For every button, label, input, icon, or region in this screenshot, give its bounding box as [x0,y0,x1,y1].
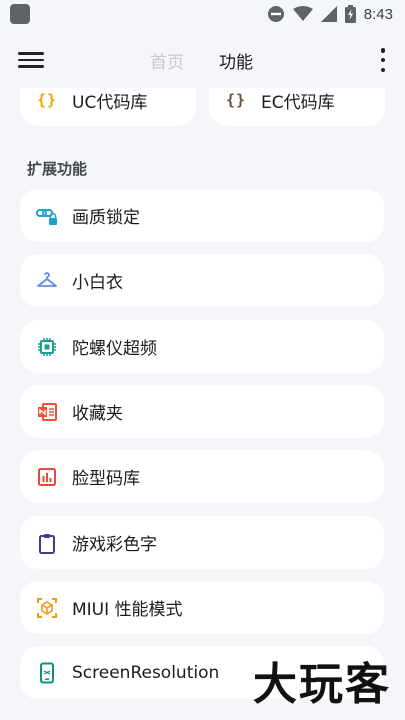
uc-code-library-card[interactable]: {} UC代码库 [20,88,196,126]
app-bar: 首页 功能 [0,38,405,82]
tab-home[interactable]: 首页 [150,48,184,73]
hamburger-line [18,58,44,61]
do-not-disturb-icon [267,6,284,22]
image-quality-lock-item[interactable]: 画质锁定 [20,189,384,242]
battery-charging-icon [344,5,356,23]
more-dot [380,67,386,72]
item-label: 小白衣 [72,273,123,293]
item-label: 陀螺仪超频 [72,339,157,359]
more-dot [380,57,386,63]
watermark: 大玩客 [253,659,391,710]
ec-code-library-card[interactable]: {} EC代码库 [209,88,385,126]
xiaobaiyi-item[interactable]: 小白衣 [20,254,384,307]
section-title: 扩展功能 [27,160,88,178]
app-notification-icon [10,4,30,24]
item-label: ScreenResolution [72,662,220,683]
card-label: UC代码库 [72,92,148,113]
item-label: 游戏彩色字 [72,535,157,555]
function-list[interactable]: {} UC代码库 {} EC代码库 扩展功能 画质锁定 小白衣 陀螺仪超频 收藏… [0,88,405,720]
clock: 8:43 [363,5,393,23]
item-label: 脸型码库 [72,469,140,489]
braces-icon: {} [225,91,247,109]
chip-icon [36,336,58,358]
card-label: EC代码库 [261,92,335,113]
clipboard-icon [36,532,58,554]
menu-button[interactable] [18,48,44,72]
favorites-item[interactable]: 收藏夹 [20,385,384,438]
more-options-button[interactable] [379,48,387,72]
hamburger-icon [18,52,44,55]
cube-scan-icon [36,597,58,619]
link-lock-icon [36,205,58,227]
item-label: MIUI 性能模式 [72,600,183,620]
signal-icon [320,6,337,22]
tab-functions[interactable]: 功能 [219,48,253,73]
wifi-icon [292,6,313,21]
hanger-icon [36,270,58,292]
miui-performance-mode-item[interactable]: MIUI 性能模式 [20,581,384,634]
phone-icon [36,662,58,684]
bar-chart-icon [36,466,58,488]
item-label: 收藏夹 [72,404,123,424]
colored-text-item[interactable]: 游戏彩色字 [20,516,384,569]
notebook-icon [36,401,58,423]
gyroscope-overclock-item[interactable]: 陀螺仪超频 [20,320,384,373]
face-code-library-item[interactable]: 脸型码库 [20,450,384,503]
screen: 8:43 首页 功能 {} UC代码库 {} EC代码库 扩展功能 画质锁定 小… [0,0,405,720]
braces-icon: {} [36,91,58,109]
status-icons: 8:43 [267,4,393,24]
status-bar: 8:43 [0,0,405,28]
more-vert-icon [380,48,386,53]
hamburger-line [18,65,44,68]
item-label: 画质锁定 [72,208,140,228]
